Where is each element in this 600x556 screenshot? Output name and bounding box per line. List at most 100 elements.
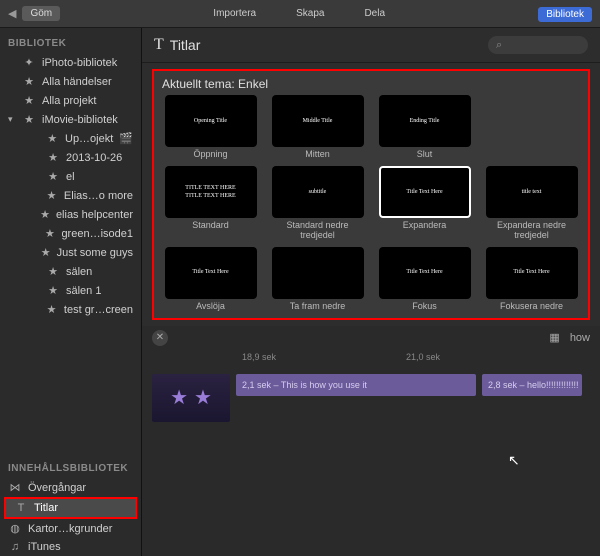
sidebar-item[interactable]: ★ Alla projekt [0, 91, 141, 110]
title-caption: Mitten [305, 150, 330, 160]
star-icon: ★ [22, 75, 36, 88]
sidebar-item[interactable]: ★test gr…creen [0, 300, 141, 319]
clapper-icon: 🎬 [119, 132, 133, 145]
title-caption: Slut [417, 150, 433, 160]
star-icon: ★ [46, 151, 60, 164]
sidebar-item[interactable]: ★ sälen 1 [0, 281, 141, 300]
sidebar-item-label: iTunes [28, 541, 61, 553]
title-thumbnail[interactable]: Title Text Here [486, 247, 578, 299]
sidebar-item-label: Kartor…kgrunder [28, 523, 112, 535]
title-preset[interactable]: Title Text Here Fokus [376, 247, 473, 312]
theme-label: Aktuellt tema: Enkel [162, 77, 580, 91]
star-icon: ★ [44, 227, 55, 240]
title-preset[interactable]: Ending Title Slut [376, 95, 473, 160]
title-caption: Expandera nedre tredjedel [483, 221, 580, 241]
import-button[interactable]: Importera [213, 8, 256, 19]
sidebar-item-label: iPhoto-bibliotek [42, 57, 117, 69]
title-clip[interactable]: 2,8 sek – hello!!!!!!!!!!!!! [482, 374, 582, 396]
sidebar-item[interactable]: ★ 2013-10-26 [0, 148, 141, 167]
title-preset[interactable]: Title Text Here Avslöja [162, 247, 259, 312]
sidebar-item-label: Titlar [34, 502, 58, 514]
sidebar-item[interactable]: ★ el [0, 167, 141, 186]
title-thumbnail[interactable]: TITLE TEXT HERETITLE TEXT HERE [165, 166, 257, 218]
title-preset[interactable]: Title Text Here Expandera [376, 166, 473, 241]
back-icon[interactable]: ◀ [8, 7, 16, 20]
sidebar-item[interactable]: ★ Just some guys [0, 243, 141, 262]
title-thumbnail[interactable]: Title Text Here [379, 247, 471, 299]
title-thumbnail[interactable]: title text [486, 166, 578, 218]
sidebar-item[interactable]: ✦ iPhoto-bibliotek [0, 53, 141, 72]
title-preset[interactable]: Opening Title Öppning [162, 95, 259, 160]
timeline-area: ✕ ▦ how 18,9 sek 21,0 sek ★★ 2,1 sek – T… [142, 326, 600, 556]
title-preset[interactable]: Ta fram nedre [269, 247, 366, 312]
close-icon[interactable]: ✕ [152, 330, 168, 346]
sidebar-item[interactable]: ▾★iMovie-bibliotek [0, 110, 141, 129]
video-clip[interactable]: ★★ [152, 374, 230, 422]
sidebar-item-label: el [66, 171, 75, 183]
sidebar-item[interactable]: ⋈ Övergångar [0, 478, 141, 497]
title-caption: Avslöja [196, 302, 225, 312]
library-section-title: BIBLIOTEK [0, 28, 141, 53]
titles-panel: Aktuellt tema: Enkel Opening Title Öppnin… [152, 69, 590, 320]
hide-button[interactable]: Göm [22, 6, 60, 21]
title-caption: Ta fram nedre [290, 302, 346, 312]
sidebar-item[interactable]: ★Elias…o more [0, 186, 141, 205]
title-thumbnail[interactable]: Title Text Here [379, 166, 471, 218]
sidebar-item[interactable]: ◍ Kartor…kgrunder [0, 519, 141, 538]
title-thumbnail[interactable] [272, 247, 364, 299]
sidebar-item-label: sälen [66, 266, 92, 278]
content-pane: T Titlar ⌕ Aktuellt tema: Enkel Opening … [142, 28, 600, 556]
sidebar-item-label: Alla projekt [42, 95, 96, 107]
title-caption: Öppning [193, 150, 227, 160]
sidebar-item-label: Up…ojekt [65, 133, 113, 145]
title-thumbnail[interactable]: Title Text Here [165, 247, 257, 299]
title-clip[interactable]: 2,1 sek – This is how you use it [236, 374, 476, 396]
star-icon: ★ [22, 94, 36, 107]
star-icon: ★ [46, 284, 60, 297]
sidebar-item-label: sälen 1 [66, 285, 101, 297]
sidebar-item-label: Elias…o more [64, 190, 133, 202]
content-title: T Titlar [154, 36, 200, 54]
title-preset[interactable]: title text Expandera nedre tredjedel [483, 166, 580, 241]
title-thumbnail[interactable]: Opening Title [165, 95, 257, 147]
title-preset[interactable]: Title Text HereFokusera nedre [483, 247, 580, 312]
share-button[interactable]: Dela [364, 8, 385, 19]
title-preset[interactable]: Middle Title Mitten [269, 95, 366, 160]
ruler-tick: 18,9 sek [242, 352, 276, 362]
title-caption: Expandera [403, 221, 447, 231]
star-icon: ★ [41, 246, 51, 259]
T-icon: T [14, 502, 28, 514]
globe-icon: ◍ [8, 522, 22, 535]
title-caption: Standard nedre tredjedel [269, 221, 366, 241]
star-icon: ✦ [22, 56, 36, 69]
bowtie-icon: ⋈ [8, 481, 22, 494]
library-button[interactable]: Bibliotek [538, 7, 592, 22]
sidebar-item[interactable]: ★Up…ojekt🎬 [0, 129, 141, 148]
title-thumbnail[interactable]: Middle Title [272, 95, 364, 147]
title-preset[interactable]: subtitle Standard nedre tredjedel [269, 166, 366, 241]
sidebar-item-label: 2013-10-26 [66, 152, 122, 164]
titles-icon: T [154, 36, 164, 54]
sidebar-item-label: Just some guys [57, 247, 133, 259]
title-thumbnail[interactable]: Ending Title [379, 95, 471, 147]
sidebar-item-label: Övergångar [28, 482, 86, 494]
content-section-title: INNEHÅLLSBIBLIOTEK [0, 453, 141, 478]
search-input[interactable]: ⌕ [488, 36, 588, 54]
sidebar-item[interactable]: ★green…isode1 [0, 224, 141, 243]
sidebar-item-label: Alla händelser [42, 76, 112, 88]
view-grid-icon[interactable]: ▦ [549, 331, 559, 344]
star-icon: ★ [46, 170, 60, 183]
star-icon: ★ [46, 265, 60, 278]
sidebar: BIBLIOTEK ✦ iPhoto-bibliotek ★ Alla händels… [0, 28, 142, 556]
sidebar-item[interactable]: T Titlar [6, 499, 135, 517]
sidebar-item-label: elias helpcenter [56, 209, 133, 221]
sidebar-item[interactable]: ★ Alla händelser [0, 72, 141, 91]
create-button[interactable]: Skapa [296, 8, 324, 19]
sidebar-item[interactable]: ★ sälen [0, 262, 141, 281]
sidebar-item[interactable]: ★elias helpcenter [0, 205, 141, 224]
note-icon: ♫ [8, 541, 22, 553]
title-thumbnail[interactable]: subtitle [272, 166, 364, 218]
title-preset[interactable]: TITLE TEXT HERETITLE TEXT HEREStandard [162, 166, 259, 241]
sidebar-item[interactable]: ♫ iTunes [0, 538, 141, 556]
title-caption: Fokus [412, 302, 437, 312]
